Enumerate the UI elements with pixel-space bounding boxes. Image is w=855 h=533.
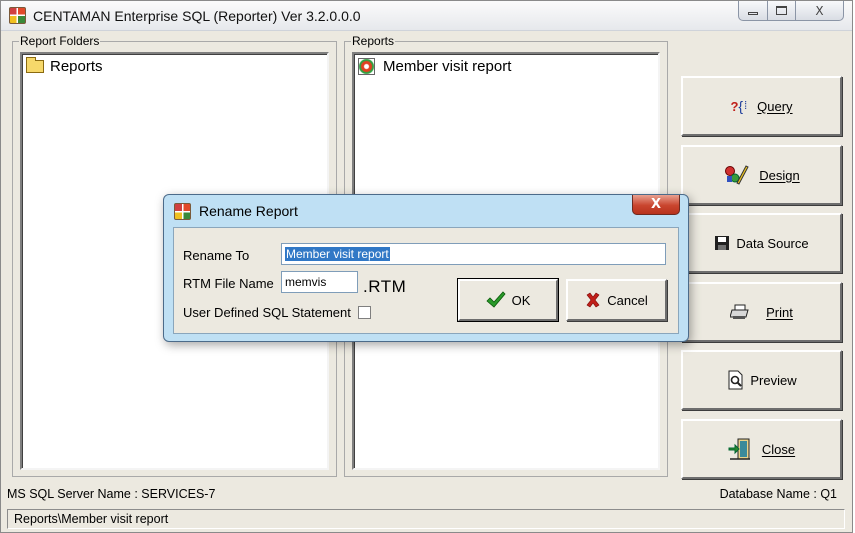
dialog-title: Rename Report bbox=[199, 203, 298, 219]
folder-item-label: Reports bbox=[50, 58, 103, 75]
ok-button[interactable]: OK bbox=[457, 278, 559, 322]
reports-legend: Reports bbox=[352, 34, 395, 48]
cancel-button[interactable]: Cancel bbox=[566, 279, 667, 321]
window-title: CENTAMAN Enterprise SQL (Reporter) Ver 3… bbox=[33, 8, 361, 24]
folder-item-reports[interactable]: Reports bbox=[26, 57, 103, 75]
report-item-member-visit[interactable]: Member visit report bbox=[358, 58, 511, 75]
dialog-body: Rename To Member visit report RTM File N… bbox=[173, 227, 679, 334]
floppy-disk-icon bbox=[714, 235, 730, 251]
query-button[interactable]: ?{⁞ Query bbox=[681, 76, 842, 136]
server-name: MS SQL Server Name : SERVICES-7 bbox=[7, 487, 216, 501]
status-info: MS SQL Server Name : SERVICES-7 Database… bbox=[7, 487, 845, 505]
preview-icon bbox=[726, 370, 746, 390]
close-button[interactable]: Close bbox=[681, 419, 842, 479]
rtm-file-name-label: RTM File Name bbox=[183, 276, 274, 291]
user-defined-sql-checkbox[interactable] bbox=[358, 306, 371, 319]
report-folders-legend: Report Folders bbox=[20, 34, 100, 48]
query-icon: ?{⁞ bbox=[730, 98, 748, 114]
rtm-file-name-value: memvis bbox=[285, 275, 327, 289]
dialog-close-button[interactable]: X bbox=[632, 195, 680, 215]
title-bar[interactable]: CENTAMAN Enterprise SQL (Reporter) Ver 3… bbox=[1, 1, 852, 31]
close-window-button[interactable]: X bbox=[796, 1, 844, 21]
folder-icon bbox=[26, 57, 44, 73]
rename-to-value: Member visit report bbox=[285, 247, 390, 261]
design-icon bbox=[723, 163, 749, 187]
rtm-extension-label: .RTM bbox=[363, 277, 407, 296]
print-button[interactable]: Print bbox=[681, 282, 842, 342]
design-button[interactable]: Design bbox=[681, 145, 842, 205]
cancel-x-icon bbox=[585, 292, 601, 308]
maximize-button[interactable] bbox=[768, 1, 796, 21]
user-defined-sql-label: User Defined SQL Statement bbox=[183, 305, 351, 320]
rename-report-dialog: Rename Report X Rename To Member visit r… bbox=[163, 194, 689, 342]
rename-to-input[interactable]: Member visit report bbox=[281, 243, 666, 265]
checkmark-icon bbox=[486, 291, 506, 309]
dialog-app-icon bbox=[174, 203, 191, 220]
database-name: Database Name : Q1 bbox=[719, 487, 837, 501]
rtm-file-name-input[interactable]: memvis bbox=[281, 271, 358, 293]
close-icon: X bbox=[650, 197, 662, 212]
preview-button[interactable]: Preview bbox=[681, 350, 842, 410]
report-item-label: Member visit report bbox=[383, 58, 512, 75]
status-path: Reports\Member visit report bbox=[7, 509, 845, 529]
printer-icon bbox=[730, 304, 750, 320]
data-source-button[interactable]: Data Source bbox=[681, 213, 842, 273]
maximize-icon bbox=[776, 6, 787, 15]
report-icon bbox=[358, 58, 375, 75]
rename-to-label: Rename To bbox=[183, 248, 250, 263]
minimize-icon bbox=[748, 12, 758, 15]
close-icon: X bbox=[815, 3, 824, 18]
caption-buttons: X bbox=[738, 1, 844, 21]
minimize-button[interactable] bbox=[738, 1, 768, 21]
exit-door-icon bbox=[728, 438, 752, 460]
app-icon[interactable] bbox=[9, 7, 26, 24]
